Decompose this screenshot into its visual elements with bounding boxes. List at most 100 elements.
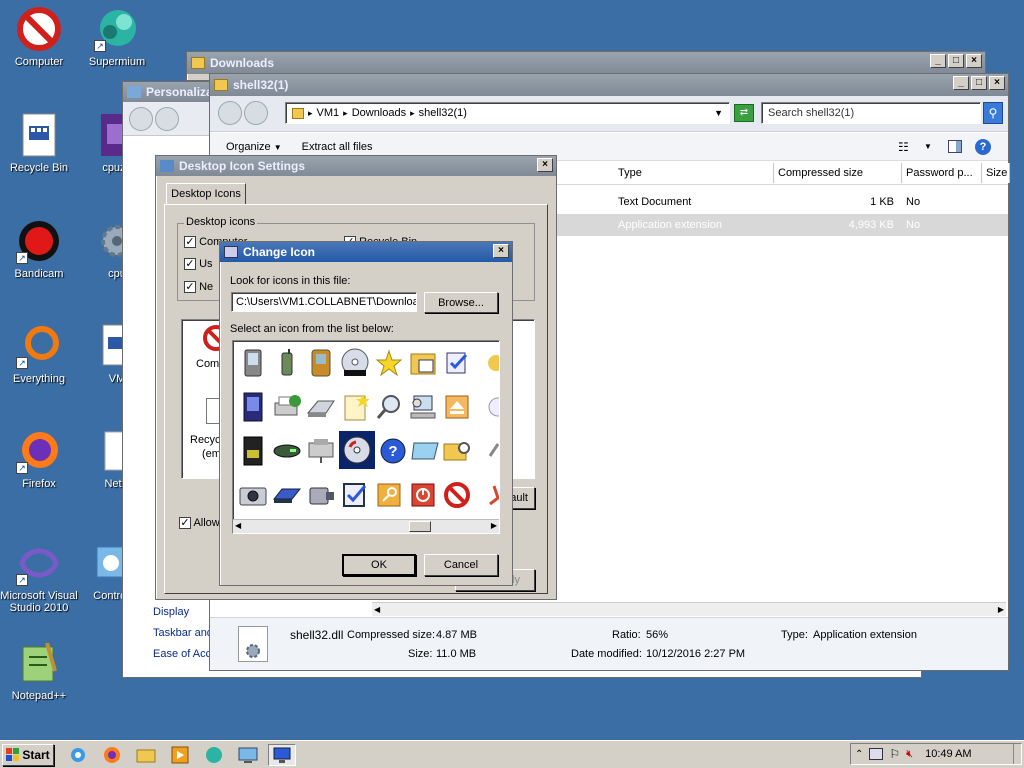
preview-pane-icon[interactable] bbox=[948, 140, 962, 153]
start-button[interactable]: Start bbox=[2, 743, 54, 766]
desktop-icon-supermium[interactable]: ↗ Supermium bbox=[78, 6, 156, 68]
chevron-down-icon[interactable]: ▼ bbox=[924, 142, 932, 151]
partial-icon[interactable] bbox=[475, 347, 499, 379]
display-settings-icon[interactable] bbox=[268, 743, 296, 766]
checkbox-network[interactable]: ✓ Ne bbox=[184, 281, 213, 294]
breadcrumb-downloads[interactable]: Downloads bbox=[352, 107, 406, 119]
key-icon[interactable] bbox=[373, 479, 405, 511]
no-entry-icon[interactable] bbox=[441, 479, 473, 511]
volume-muted-icon[interactable]: 🔇︎ bbox=[906, 748, 913, 761]
checklist-icon[interactable] bbox=[441, 347, 473, 379]
action-center-flag-icon[interactable]: ⚐ bbox=[889, 747, 900, 761]
desktop-icon-everything[interactable]: ↗ Everything bbox=[0, 323, 78, 385]
extract-all-button[interactable]: Extract all files bbox=[302, 141, 373, 153]
floppy-drive-icon[interactable] bbox=[271, 479, 303, 511]
help-icon[interactable]: ? bbox=[377, 435, 409, 467]
minimize-button[interactable]: _ bbox=[953, 76, 969, 90]
column-header-size[interactable]: Size bbox=[982, 163, 1010, 183]
maximize-button[interactable]: □ bbox=[948, 54, 964, 68]
blue-device-icon[interactable] bbox=[237, 391, 269, 423]
new-document-icon[interactable] bbox=[339, 391, 371, 423]
close-button[interactable]: × bbox=[966, 54, 982, 68]
hard-drive-icon[interactable] bbox=[271, 435, 303, 467]
browse-button[interactable]: Browse... bbox=[424, 292, 498, 313]
breadcrumb-shell32[interactable]: shell32(1) bbox=[419, 107, 467, 119]
monitor-icon[interactable] bbox=[409, 435, 441, 467]
icon-grid-scrollbar[interactable]: ◀ ▶ bbox=[233, 519, 499, 533]
scanner-icon[interactable] bbox=[305, 391, 337, 423]
ok-button[interactable]: OK bbox=[342, 554, 416, 576]
handheld-device-icon[interactable] bbox=[305, 347, 337, 379]
help-icon[interactable]: ? bbox=[975, 138, 991, 155]
show-hidden-icons-icon[interactable]: ⌃ bbox=[855, 749, 863, 760]
back-button[interactable] bbox=[129, 106, 153, 131]
partial-icon[interactable] bbox=[475, 479, 499, 511]
maximize-button[interactable]: □ bbox=[971, 76, 987, 90]
scroll-right-icon[interactable]: ▶ bbox=[491, 521, 497, 530]
mobile-phone-icon[interactable] bbox=[271, 347, 303, 379]
eject-icon[interactable] bbox=[441, 391, 473, 423]
forward-button[interactable] bbox=[155, 106, 179, 131]
link-taskbar[interactable]: Taskbar and bbox=[153, 623, 213, 644]
minimize-button[interactable]: _ bbox=[930, 54, 946, 68]
search-icon[interactable] bbox=[373, 391, 405, 423]
search-input[interactable]: Search shell32(1) bbox=[761, 102, 981, 124]
media-player-icon[interactable] bbox=[166, 744, 194, 766]
column-header-type[interactable]: Type bbox=[614, 163, 774, 183]
internet-explorer-icon[interactable] bbox=[64, 744, 92, 766]
dialog-titlebar[interactable]: Change Icon × bbox=[220, 242, 512, 262]
explorer-folder-icon[interactable] bbox=[132, 744, 160, 766]
search-button[interactable]: ⚲ bbox=[983, 102, 1003, 124]
firefox-icon[interactable] bbox=[98, 744, 126, 766]
chevron-down-icon[interactable]: ▼ bbox=[714, 108, 723, 118]
scroll-left-icon[interactable]: ◀ bbox=[235, 521, 241, 530]
network-printer-icon[interactable] bbox=[271, 391, 303, 423]
network-drive-icon[interactable] bbox=[305, 435, 337, 467]
desktop-icon-recycle-bin[interactable]: Recycle Bin bbox=[0, 112, 78, 174]
change-icon-dialog[interactable]: Change Icon × Look for icons in this fil… bbox=[219, 241, 513, 586]
search-folder-icon[interactable] bbox=[441, 435, 473, 467]
cancel-button[interactable]: Cancel bbox=[424, 554, 498, 576]
memory-card-icon[interactable] bbox=[237, 435, 269, 467]
scroll-left-icon[interactable]: ◀ bbox=[374, 605, 380, 614]
icon-grid[interactable]: ? ◀ ▶ bbox=[232, 340, 500, 534]
link-display[interactable]: Display bbox=[153, 602, 213, 623]
organize-button[interactable]: Organize ▼ bbox=[226, 141, 282, 153]
scroll-right-icon[interactable]: ▶ bbox=[998, 605, 1004, 614]
camcorder-icon[interactable] bbox=[305, 479, 337, 511]
cd-drive-icon-selected[interactable] bbox=[339, 431, 375, 469]
desktop-icon-notepadpp[interactable]: Notepad++ bbox=[0, 640, 78, 702]
pda-icon[interactable] bbox=[237, 347, 269, 379]
network-tray-icon[interactable] bbox=[869, 748, 884, 760]
dvd-rw-icon[interactable] bbox=[339, 347, 371, 379]
close-button[interactable]: × bbox=[989, 76, 1005, 90]
dialog-titlebar[interactable]: Desktop Icon Settings × bbox=[156, 156, 556, 176]
shell32-titlebar[interactable]: shell32(1) _ □ × bbox=[210, 74, 1008, 96]
desktop-icon-bandicam[interactable]: ↗ Bandicam bbox=[0, 218, 78, 280]
task-check-icon[interactable] bbox=[339, 479, 371, 511]
downloads-titlebar[interactable]: Downloads _ □ × bbox=[187, 52, 985, 74]
column-header-compressed-size[interactable]: Compressed size bbox=[774, 163, 902, 183]
camera-icon[interactable] bbox=[237, 479, 269, 511]
forward-button[interactable] bbox=[244, 101, 268, 125]
star-icon[interactable] bbox=[373, 347, 405, 379]
address-bar[interactable]: ▸ VM1 ▸ Downloads ▸ shell32(1) ▼ bbox=[285, 102, 730, 124]
checkbox-allow-themes[interactable]: ✓ Allow bbox=[179, 517, 220, 530]
desktop-icon-visual-studio[interactable]: ↗ Microsoft Visual Studio 2010 bbox=[0, 540, 78, 614]
tab-desktop-icons[interactable]: Desktop Icons bbox=[166, 183, 246, 205]
column-header-password[interactable]: Password p... bbox=[902, 163, 982, 183]
horizontal-scrollbar[interactable]: ◀ ▶ bbox=[372, 602, 1006, 616]
close-button[interactable]: × bbox=[493, 244, 509, 258]
view-options-icon[interactable]: ☷ bbox=[898, 140, 909, 154]
partial-icon[interactable] bbox=[475, 435, 499, 467]
checkbox-users[interactable]: ✓ Us bbox=[184, 258, 213, 271]
close-button[interactable]: × bbox=[537, 158, 553, 172]
link-ease-of-access[interactable]: Ease of Acc bbox=[153, 644, 213, 665]
breadcrumb-vm1[interactable]: VM1 bbox=[317, 107, 340, 119]
desktop-icon-firefox[interactable]: ↗ Firefox bbox=[0, 428, 78, 490]
power-icon[interactable] bbox=[407, 479, 439, 511]
clock[interactable]: 10:49 AM bbox=[925, 748, 971, 760]
show-desktop-button[interactable] bbox=[1013, 744, 1021, 764]
scroll-thumb[interactable] bbox=[409, 521, 431, 532]
supermium-taskbar-icon[interactable] bbox=[200, 744, 228, 766]
